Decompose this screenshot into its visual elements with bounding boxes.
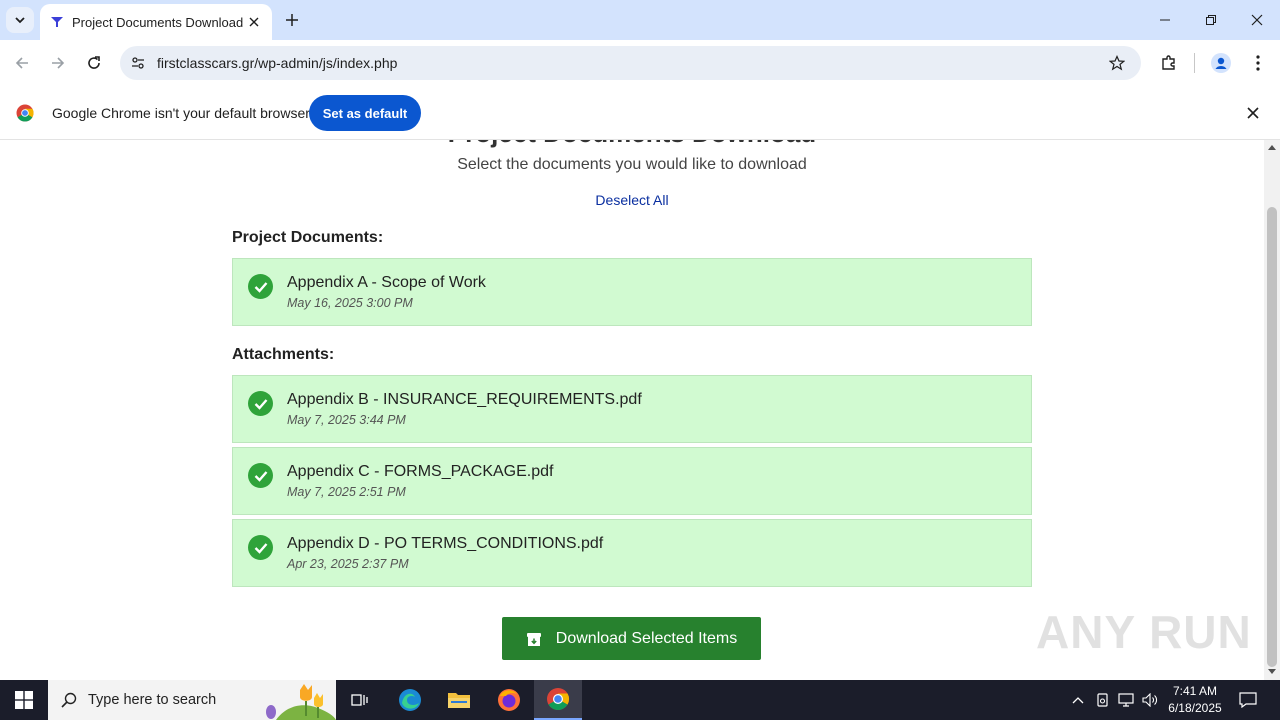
plus-icon: [286, 14, 298, 26]
reload-icon: [88, 56, 100, 69]
clock-date: 6/18/2025: [1168, 701, 1222, 715]
tab-close-icon[interactable]: [244, 12, 264, 32]
chevron-down-icon: [15, 17, 25, 24]
bookmark-star-icon[interactable]: [1109, 55, 1125, 71]
check-circle-icon[interactable]: [248, 391, 273, 416]
search-icon: [61, 692, 77, 708]
deselect-all-link[interactable]: Deselect All: [0, 192, 1264, 208]
page-subtitle: Select the documents you would like to d…: [457, 156, 807, 173]
tab-strip: Project Documents Download: [0, 0, 1280, 40]
notifications-button[interactable]: [1238, 690, 1258, 710]
attachment-item[interactable]: Appendix D - PO TERMS_CONDITIONS.pdf Apr…: [232, 519, 1032, 587]
document-date: May 16, 2025 3:00 PM: [287, 296, 413, 310]
minimize-button[interactable]: [1142, 0, 1188, 40]
kebab-menu-icon: [1256, 55, 1260, 71]
clock-time: 7:41 AM: [1172, 684, 1218, 698]
task-view-icon: [351, 694, 368, 706]
toolbar-divider: [1194, 53, 1195, 73]
attachment-name: Appendix C - FORMS_PACKAGE.pdf: [287, 463, 554, 480]
windows-logo-icon: [15, 691, 33, 709]
anyrun-watermark: ANY RUN: [1036, 606, 1252, 658]
address-bar[interactable]: firstclasscars.gr/wp-admin/js/index.php: [120, 46, 1141, 80]
attachment-name: Appendix D - PO TERMS_CONDITIONS.pdf: [287, 535, 604, 552]
tray-device-icon[interactable]: [1093, 690, 1113, 710]
attachment-date: May 7, 2025 3:44 PM: [287, 413, 406, 427]
taskbar-firefox[interactable]: [485, 680, 533, 720]
check-circle-icon[interactable]: [248, 274, 273, 299]
page-viewport: Project Documents Download Select the do…: [0, 140, 1264, 680]
avatar-icon: [1211, 53, 1231, 73]
project-documents-heading: Project Documents:: [232, 229, 384, 246]
check-circle-icon[interactable]: [248, 535, 273, 560]
scroll-up-arrow-icon[interactable]: [1268, 145, 1276, 150]
infobar-close-icon[interactable]: [1244, 104, 1262, 122]
site-info-icon[interactable]: [130, 55, 146, 71]
chrome-icon: [547, 688, 569, 710]
start-button[interactable]: [0, 680, 48, 720]
reload-button[interactable]: [80, 49, 108, 77]
page-title: Project Documents Download: [0, 140, 1264, 149]
back-button[interactable]: [8, 49, 36, 77]
taskbar-edge[interactable]: [386, 680, 434, 720]
search-highlight-tulips-icon: [266, 684, 336, 720]
puzzle-icon: [1162, 55, 1175, 70]
taskbar-chrome[interactable]: [534, 680, 582, 720]
folder-icon: [448, 693, 470, 708]
task-view-button[interactable]: [336, 680, 384, 720]
scroll-down-arrow-icon[interactable]: [1268, 669, 1276, 674]
document-item[interactable]: Appendix A - Scope of Work May 16, 2025 …: [232, 258, 1032, 326]
search-placeholder: Type here to search: [88, 692, 217, 708]
infobar-message: Google Chrome isn't your default browser: [52, 105, 310, 121]
set-as-default-button[interactable]: Set as default: [309, 95, 421, 131]
chrome-menu-button[interactable]: [1244, 49, 1272, 77]
restore-icon: [1206, 15, 1216, 25]
extensions-button[interactable]: [1155, 49, 1183, 77]
active-tab[interactable]: Project Documents Download: [40, 4, 272, 40]
profile-button[interactable]: [1207, 49, 1235, 77]
check-circle-icon[interactable]: [248, 463, 273, 488]
chevron-up-icon: [1072, 697, 1084, 704]
taskbar-clock[interactable]: 7:41 AM 6/18/2025: [1160, 683, 1230, 717]
url-text[interactable]: firstclasscars.gr/wp-admin/js/index.php: [157, 55, 397, 71]
browser-toolbar: firstclasscars.gr/wp-admin/js/index.php: [0, 40, 1280, 86]
network-icon[interactable]: [1116, 690, 1136, 710]
attachment-item[interactable]: Appendix B - INSURANCE_REQUIREMENTS.pdf …: [232, 375, 1032, 443]
document-name: Appendix A - Scope of Work: [287, 274, 486, 291]
close-window-button[interactable]: [1234, 0, 1280, 40]
scrollbar-thumb[interactable]: [1267, 207, 1277, 667]
default-browser-infobar: Google Chrome isn't your default browser…: [0, 86, 1280, 140]
edge-browser-icon: [399, 689, 421, 711]
attachment-item[interactable]: Appendix C - FORMS_PACKAGE.pdf May 7, 20…: [232, 447, 1032, 515]
page-scrollbar[interactable]: [1264, 140, 1280, 680]
download-selected-button[interactable]: Download Selected Items: [502, 617, 761, 660]
attachment-date: Apr 23, 2025 2:37 PM: [287, 557, 409, 571]
tab-search-button[interactable]: [6, 7, 34, 33]
taskbar-file-explorer[interactable]: [435, 680, 483, 720]
windows-taskbar: Type here to search 7:41 AM 6/18/2025: [0, 680, 1280, 720]
volume-icon[interactable]: [1140, 690, 1160, 710]
chrome-logo-icon: [16, 104, 34, 122]
download-button-label: Download Selected Items: [555, 629, 738, 647]
arrow-left-icon: [15, 57, 28, 69]
archive-download-icon: [526, 632, 541, 646]
new-tab-button[interactable]: [280, 8, 304, 32]
attachment-date: May 7, 2025 2:51 PM: [287, 485, 406, 499]
minimize-icon: [1160, 19, 1170, 21]
notification-icon: [1239, 692, 1257, 708]
firefox-icon: [498, 689, 520, 711]
site-favicon-icon: [51, 17, 63, 27]
forward-button[interactable]: [44, 49, 72, 77]
close-icon: [1251, 14, 1263, 26]
attachments-heading: Attachments:: [232, 346, 335, 363]
attachment-name: Appendix B - INSURANCE_REQUIREMENTS.pdf: [287, 391, 642, 408]
show-hidden-icons-button[interactable]: [1068, 690, 1088, 710]
restore-button[interactable]: [1188, 0, 1234, 40]
tab-title: Project Documents Download: [72, 14, 244, 30]
arrow-right-icon: [52, 57, 65, 69]
taskbar-search-box[interactable]: Type here to search: [48, 680, 336, 720]
